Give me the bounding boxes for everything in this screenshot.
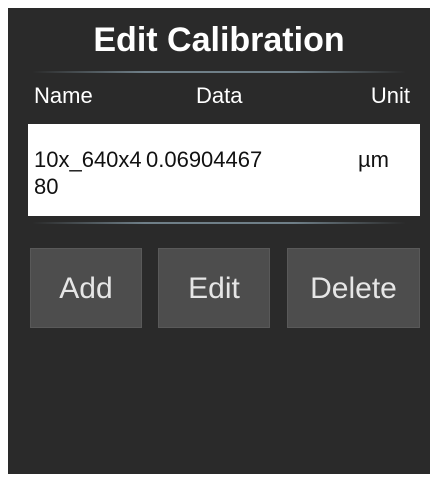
calibration-unit-cell: µm: [358, 147, 390, 172]
dialog-title: Edit Calibration: [93, 21, 345, 59]
calibration-row[interactable]: 10x_640x480 0.06904467 µm: [28, 124, 420, 216]
add-button[interactable]: Add: [30, 248, 142, 328]
edit-calibration-dialog: Edit Calibration Name Data Unit 10x_640x…: [8, 8, 430, 474]
delete-button[interactable]: Delete: [287, 248, 420, 328]
column-header-unit: Unit: [370, 83, 410, 108]
title-divider: [32, 71, 406, 73]
calibration-list: 10x_640x480 0.06904467 µm: [28, 124, 420, 216]
calibration-data-cell: 0.06904467: [146, 147, 263, 172]
edit-button[interactable]: Edit: [158, 248, 270, 328]
column-header-name: Name: [34, 83, 93, 108]
calibration-name-cell: 10x_640x480: [34, 147, 142, 199]
list-divider: [32, 222, 406, 224]
column-header-data: Data: [196, 83, 243, 108]
